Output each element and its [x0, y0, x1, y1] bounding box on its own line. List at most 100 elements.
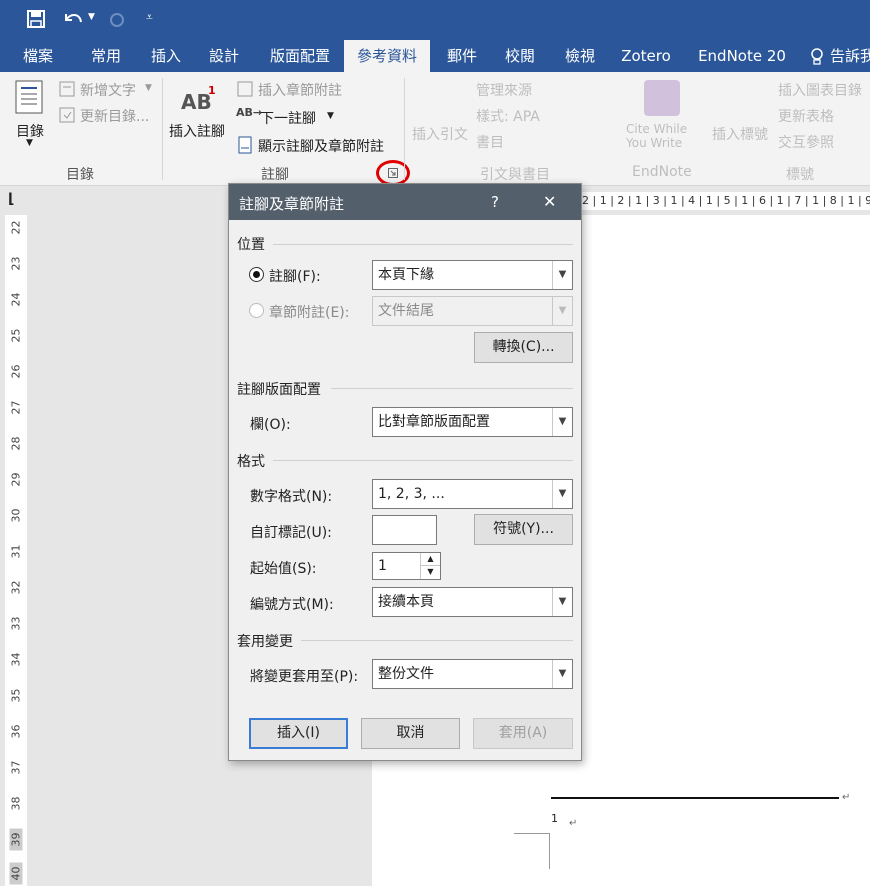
- faded-cwyw: Cite While You Write: [626, 122, 688, 150]
- stepper-down-icon[interactable]: ▼: [420, 566, 440, 579]
- add-text-button[interactable]: 新增文字: [80, 80, 136, 100]
- footnote-radio[interactable]: [249, 267, 264, 282]
- tab-file[interactable]: 檔案: [8, 40, 68, 72]
- save-icon[interactable]: [27, 10, 45, 28]
- footnote-separator: [551, 797, 839, 799]
- section-divider: [273, 244, 573, 245]
- footnote-label: 註腳(F):: [269, 269, 321, 285]
- numbering-label: 編號方式(M):: [250, 597, 334, 613]
- update-toc-button[interactable]: 更新目錄...: [80, 106, 149, 126]
- group-label-footnotes: 註腳: [261, 167, 289, 183]
- toc-dropdown-icon[interactable]: ▼: [26, 138, 33, 148]
- insert-endnote-button[interactable]: 插入章節附註: [258, 80, 342, 100]
- tab-zotero[interactable]: Zotero: [612, 40, 680, 72]
- margin-corner-mark: [514, 833, 550, 834]
- vertical-ruler[interactable]: 22 23 24 25 26 27 28 29 30 31 32 33 34 3…: [5, 215, 27, 886]
- update-toc-icon: [59, 107, 75, 123]
- add-text-dropdown-icon[interactable]: ▼: [145, 83, 152, 93]
- undo-dropdown-icon[interactable]: ▼: [88, 12, 95, 22]
- horizontal-ruler[interactable]: 2 | 1 | 2 | 1 | 3 | 1 | 4 | 1 | 5 | 1 | …: [582, 192, 870, 210]
- ruler-number: 22: [9, 220, 23, 235]
- ruler-number: 28: [9, 436, 23, 451]
- start-at-value: 1: [378, 558, 387, 574]
- convert-button[interactable]: 轉換(C)...: [474, 332, 573, 363]
- ruler-number: 39: [9, 828, 23, 851]
- ruler-number: 32: [9, 580, 23, 595]
- ruler-number: 24: [9, 292, 23, 307]
- chevron-down-icon: ▼: [552, 588, 572, 616]
- ribbon-tabs: 檔案 常用 插入 設計 版面配置 參考資料 郵件 校閱 檢視 Zotero En…: [0, 40, 870, 72]
- ruler-number: 36: [9, 724, 23, 739]
- faded-bibliography: 書目: [476, 135, 504, 151]
- number-format-value: 1, 2, 3, ...: [378, 486, 445, 502]
- cancel-button[interactable]: 取消: [361, 718, 460, 749]
- tab-insert[interactable]: 插入: [138, 40, 194, 72]
- numbering-select[interactable]: 接續本頁 ▼: [372, 587, 573, 617]
- tab-references[interactable]: 參考資料: [344, 40, 430, 72]
- redo-icon[interactable]: [108, 10, 126, 28]
- tab-home[interactable]: 常用: [78, 40, 134, 72]
- footnote-superscript: 1: [208, 84, 216, 97]
- show-notes-icon: [238, 136, 252, 154]
- endnote-radio[interactable]: [249, 303, 264, 318]
- footnote-location-value: 本頁下緣: [378, 267, 434, 283]
- section-layout: 註腳版面配置: [237, 382, 321, 398]
- lightbulb-icon: [811, 48, 823, 65]
- title-bar: ▼ ⩡: [0, 0, 870, 40]
- next-footnote-button[interactable]: 下一註腳: [260, 108, 316, 128]
- add-text-icon: [59, 81, 75, 97]
- footnote-endnote-dialog: 註腳及章節附註 ? ✕ 位置 註腳(F): 本頁下緣 ▼ 章節附註(E): 文件結…: [228, 183, 582, 761]
- footnote-number: 1: [551, 812, 558, 825]
- tab-endnote[interactable]: EndNote 20: [690, 40, 794, 72]
- faded-endnote-icon: [644, 80, 680, 116]
- start-at-label: 起始值(S):: [250, 561, 317, 577]
- section-apply: 套用變更: [237, 634, 293, 650]
- tab-selector[interactable]: ⌊: [0, 187, 30, 215]
- tab-design[interactable]: 設計: [196, 40, 252, 72]
- ruler-number: 27: [9, 400, 23, 415]
- footnote-dialog-launcher-icon[interactable]: [388, 168, 398, 178]
- insert-footnote-button[interactable]: 插入註腳: [169, 121, 225, 141]
- apply-to-select[interactable]: 整份文件 ▼: [372, 659, 573, 689]
- chevron-down-icon: ▼: [552, 660, 572, 688]
- endnote-location-value: 文件結尾: [378, 303, 434, 319]
- tab-mailings[interactable]: 郵件: [434, 40, 490, 72]
- start-at-stepper[interactable]: 1 ▲ ▼: [372, 552, 441, 580]
- columns-value: 比對章節版面配置: [378, 414, 490, 430]
- insert-button[interactable]: 插入(I): [249, 718, 348, 749]
- ruler-number: 38: [9, 796, 23, 811]
- stepper-up-icon[interactable]: ▲: [420, 553, 440, 566]
- number-format-select[interactable]: 1, 2, 3, ... ▼: [372, 479, 573, 509]
- margin-corner-mark: [549, 833, 550, 869]
- symbol-button[interactable]: 符號(Y)...: [474, 514, 573, 545]
- close-button[interactable]: ✕: [543, 192, 556, 211]
- dialog-title-bar[interactable]: 註腳及章節附註 ? ✕: [229, 184, 581, 220]
- ruler-number: 29: [9, 472, 23, 487]
- tab-review[interactable]: 校閱: [492, 40, 548, 72]
- custom-mark-input[interactable]: [372, 515, 437, 545]
- ruler-number: 37: [9, 760, 23, 775]
- chevron-down-icon: ▼: [552, 261, 572, 289]
- help-button[interactable]: ?: [491, 193, 499, 211]
- tab-layout[interactable]: 版面配置: [258, 40, 342, 72]
- faded-captions-group: 標號: [786, 167, 814, 183]
- tab-view[interactable]: 檢視: [552, 40, 608, 72]
- apply-button[interactable]: 套用(A): [473, 718, 573, 749]
- chevron-down-icon: ▼: [552, 408, 572, 436]
- group-separator: [162, 78, 163, 180]
- columns-select[interactable]: 比對章節版面配置 ▼: [372, 407, 573, 437]
- undo-icon[interactable]: [62, 10, 84, 28]
- table-of-contents-icon: [15, 80, 43, 114]
- ruler-number: 33: [9, 616, 23, 631]
- section-format: 格式: [237, 454, 265, 470]
- endnote-location-select[interactable]: 文件結尾 ▼: [372, 296, 573, 326]
- next-footnote-dropdown-icon[interactable]: ▼: [327, 111, 334, 121]
- ruler-number: 40: [9, 862, 23, 885]
- show-notes-button[interactable]: 顯示註腳及章節附註: [258, 136, 384, 156]
- tell-me-search[interactable]: 告訴我: [830, 40, 870, 72]
- faded-manage-sources: 管理來源: [476, 83, 532, 99]
- footnote-location-select[interactable]: 本頁下緣 ▼: [372, 260, 573, 290]
- customize-quick-access-icon[interactable]: ⩡: [146, 10, 153, 25]
- custom-mark-label: 自訂標記(U):: [250, 525, 332, 541]
- section-location: 位置: [237, 237, 265, 253]
